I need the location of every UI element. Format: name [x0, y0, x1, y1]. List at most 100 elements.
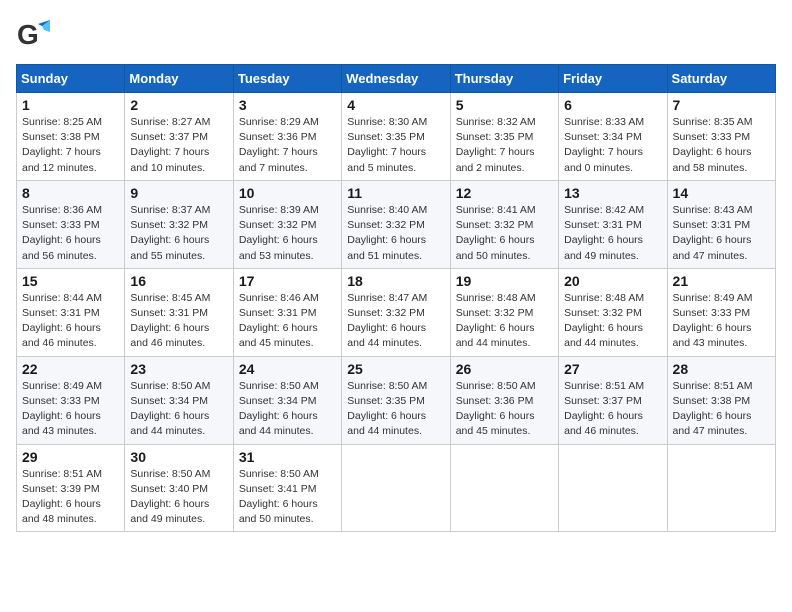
day-info: Sunrise: 8:49 AM Sunset: 3:33 PM Dayligh… [673, 291, 770, 352]
day-info: Sunrise: 8:48 AM Sunset: 3:32 PM Dayligh… [564, 291, 661, 352]
day-number: 15 [22, 273, 119, 289]
day-info: Sunrise: 8:51 AM Sunset: 3:39 PM Dayligh… [22, 467, 119, 528]
calendar-header-wednesday: Wednesday [342, 65, 450, 93]
calendar-cell: 27 Sunrise: 8:51 AM Sunset: 3:37 PM Dayli… [559, 356, 667, 444]
calendar-cell: 11Sunrise: 8:40 AM Sunset: 3:32 PM Dayli… [342, 180, 450, 268]
day-number: 30 [130, 449, 227, 465]
logo-icon: G [16, 16, 54, 54]
day-info: Sunrise: 8:50 AM Sunset: 3:36 PM Dayligh… [456, 379, 553, 440]
day-info: Sunrise: 8:51 AM Sunset: 3:37 PM Dayligh… [564, 379, 661, 440]
day-info: Sunrise: 8:50 AM Sunset: 3:34 PM Dayligh… [130, 379, 227, 440]
calendar-cell: 15 Sunrise: 8:44 AM Sunset: 3:31 PM Dayli… [17, 268, 125, 356]
calendar-cell: 24 Sunrise: 8:50 AM Sunset: 3:34 PM Dayli… [233, 356, 341, 444]
day-number: 25 [347, 361, 444, 377]
day-info: Sunrise: 8:27 AM Sunset: 3:37 PM Dayligh… [130, 115, 227, 176]
day-info: Sunrise: 8:45 AM Sunset: 3:31 PM Dayligh… [130, 291, 227, 352]
calendar-cell: 22 Sunrise: 8:49 AM Sunset: 3:33 PM Dayli… [17, 356, 125, 444]
calendar-week-3: 15 Sunrise: 8:44 AM Sunset: 3:31 PM Dayli… [17, 268, 776, 356]
day-number: 26 [456, 361, 553, 377]
calendar-cell: 31 Sunrise: 8:50 AM Sunset: 3:41 PM Dayli… [233, 444, 341, 532]
day-info: Sunrise: 8:49 AM Sunset: 3:33 PM Dayligh… [22, 379, 119, 440]
day-number: 3 [239, 97, 336, 113]
calendar-cell: 26 Sunrise: 8:50 AM Sunset: 3:36 PM Dayli… [450, 356, 558, 444]
logo: G [16, 16, 58, 54]
calendar-header-tuesday: Tuesday [233, 65, 341, 93]
day-number: 8 [22, 185, 119, 201]
day-info: Sunrise: 8:42 AM Sunset: 3:31 PM Dayligh… [564, 203, 661, 264]
day-number: 31 [239, 449, 336, 465]
day-info: Sunrise: 8:43 AM Sunset: 3:31 PM Dayligh… [673, 203, 770, 264]
calendar-header-friday: Friday [559, 65, 667, 93]
day-number: 6 [564, 97, 661, 113]
calendar-cell: 5 Sunrise: 8:32 AM Sunset: 3:35 PM Daylig… [450, 93, 558, 181]
day-number: 29 [22, 449, 119, 465]
calendar-header-row: SundayMondayTuesdayWednesdayThursdayFrid… [17, 65, 776, 93]
day-info: Sunrise: 8:30 AM Sunset: 3:35 PM Dayligh… [347, 115, 444, 176]
calendar-cell: 29 Sunrise: 8:51 AM Sunset: 3:39 PM Dayli… [17, 444, 125, 532]
calendar-cell: 28 Sunrise: 8:51 AM Sunset: 3:38 PM Dayli… [667, 356, 775, 444]
calendar-cell [667, 444, 775, 532]
day-number: 1 [22, 97, 119, 113]
calendar-cell: 21 Sunrise: 8:49 AM Sunset: 3:33 PM Dayli… [667, 268, 775, 356]
calendar-header-sunday: Sunday [17, 65, 125, 93]
calendar-cell: 14Sunrise: 8:43 AM Sunset: 3:31 PM Dayli… [667, 180, 775, 268]
day-info: Sunrise: 8:47 AM Sunset: 3:32 PM Dayligh… [347, 291, 444, 352]
day-info: Sunrise: 8:39 AM Sunset: 3:32 PM Dayligh… [239, 203, 336, 264]
calendar-cell: 13Sunrise: 8:42 AM Sunset: 3:31 PM Dayli… [559, 180, 667, 268]
calendar-cell: 17 Sunrise: 8:46 AM Sunset: 3:31 PM Dayli… [233, 268, 341, 356]
day-number: 16 [130, 273, 227, 289]
day-number: 5 [456, 97, 553, 113]
calendar-cell: 23 Sunrise: 8:50 AM Sunset: 3:34 PM Dayli… [125, 356, 233, 444]
day-info: Sunrise: 8:50 AM Sunset: 3:40 PM Dayligh… [130, 467, 227, 528]
day-number: 18 [347, 273, 444, 289]
day-info: Sunrise: 8:41 AM Sunset: 3:32 PM Dayligh… [456, 203, 553, 264]
calendar-cell: 25 Sunrise: 8:50 AM Sunset: 3:35 PM Dayli… [342, 356, 450, 444]
calendar-cell: 9 Sunrise: 8:37 AM Sunset: 3:32 PM Daylig… [125, 180, 233, 268]
day-info: Sunrise: 8:36 AM Sunset: 3:33 PM Dayligh… [22, 203, 119, 264]
calendar-cell: 6Sunrise: 8:33 AM Sunset: 3:34 PM Daylig… [559, 93, 667, 181]
calendar-cell: 4 Sunrise: 8:30 AM Sunset: 3:35 PM Daylig… [342, 93, 450, 181]
calendar-week-2: 8 Sunrise: 8:36 AM Sunset: 3:33 PM Daylig… [17, 180, 776, 268]
calendar-cell [450, 444, 558, 532]
day-number: 21 [673, 273, 770, 289]
calendar-table: SundayMondayTuesdayWednesdayThursdayFrid… [16, 64, 776, 532]
calendar-cell: 12 Sunrise: 8:41 AM Sunset: 3:32 PM Dayli… [450, 180, 558, 268]
day-info: Sunrise: 8:40 AM Sunset: 3:32 PM Dayligh… [347, 203, 444, 264]
day-number: 24 [239, 361, 336, 377]
calendar-header-monday: Monday [125, 65, 233, 93]
day-info: Sunrise: 8:25 AM Sunset: 3:38 PM Dayligh… [22, 115, 119, 176]
calendar-week-4: 22 Sunrise: 8:49 AM Sunset: 3:33 PM Dayli… [17, 356, 776, 444]
day-number: 10 [239, 185, 336, 201]
calendar-cell [342, 444, 450, 532]
day-info: Sunrise: 8:32 AM Sunset: 3:35 PM Dayligh… [456, 115, 553, 176]
day-number: 4 [347, 97, 444, 113]
day-info: Sunrise: 8:37 AM Sunset: 3:32 PM Dayligh… [130, 203, 227, 264]
day-number: 17 [239, 273, 336, 289]
calendar-cell: 30 Sunrise: 8:50 AM Sunset: 3:40 PM Dayli… [125, 444, 233, 532]
calendar-cell: 18 Sunrise: 8:47 AM Sunset: 3:32 PM Dayli… [342, 268, 450, 356]
calendar-cell: 8 Sunrise: 8:36 AM Sunset: 3:33 PM Daylig… [17, 180, 125, 268]
day-number: 7 [673, 97, 770, 113]
day-number: 27 [564, 361, 661, 377]
calendar-cell: 2 Sunrise: 8:27 AM Sunset: 3:37 PM Daylig… [125, 93, 233, 181]
day-number: 28 [673, 361, 770, 377]
day-info: Sunrise: 8:51 AM Sunset: 3:38 PM Dayligh… [673, 379, 770, 440]
day-number: 12 [456, 185, 553, 201]
calendar-cell: 7Sunrise: 8:35 AM Sunset: 3:33 PM Daylig… [667, 93, 775, 181]
day-number: 20 [564, 273, 661, 289]
day-number: 19 [456, 273, 553, 289]
calendar-cell: 19 Sunrise: 8:48 AM Sunset: 3:32 PM Dayli… [450, 268, 558, 356]
day-info: Sunrise: 8:50 AM Sunset: 3:41 PM Dayligh… [239, 467, 336, 528]
day-number: 9 [130, 185, 227, 201]
day-info: Sunrise: 8:44 AM Sunset: 3:31 PM Dayligh… [22, 291, 119, 352]
day-number: 2 [130, 97, 227, 113]
day-number: 22 [22, 361, 119, 377]
day-info: Sunrise: 8:50 AM Sunset: 3:34 PM Dayligh… [239, 379, 336, 440]
day-info: Sunrise: 8:46 AM Sunset: 3:31 PM Dayligh… [239, 291, 336, 352]
calendar-cell: 16 Sunrise: 8:45 AM Sunset: 3:31 PM Dayli… [125, 268, 233, 356]
calendar-cell: 10 Sunrise: 8:39 AM Sunset: 3:32 PM Dayli… [233, 180, 341, 268]
day-number: 23 [130, 361, 227, 377]
day-info: Sunrise: 8:48 AM Sunset: 3:32 PM Dayligh… [456, 291, 553, 352]
day-info: Sunrise: 8:50 AM Sunset: 3:35 PM Dayligh… [347, 379, 444, 440]
calendar-week-1: 1 Sunrise: 8:25 AM Sunset: 3:38 PM Daylig… [17, 93, 776, 181]
